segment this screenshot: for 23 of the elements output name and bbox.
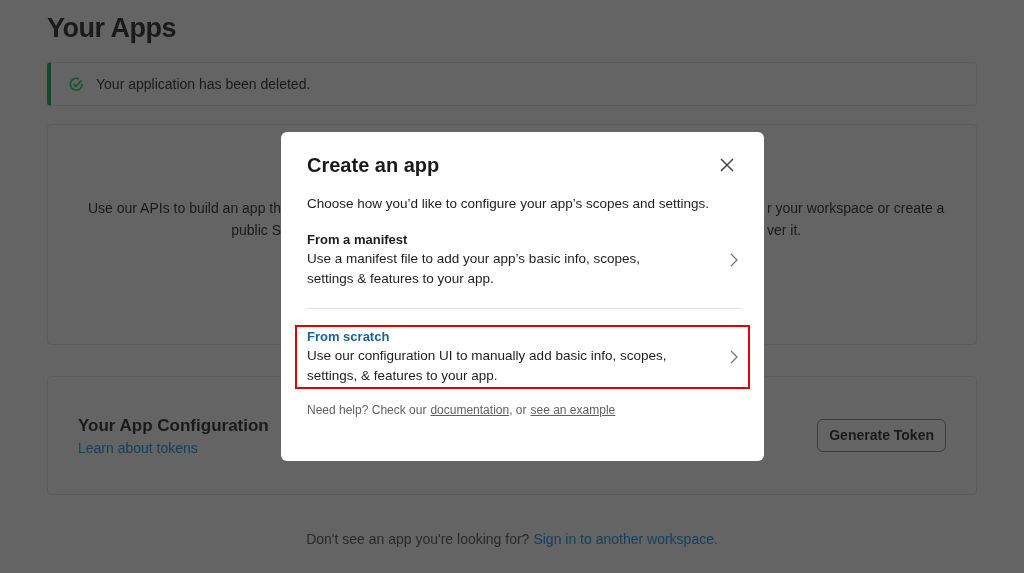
intro-text: public S bbox=[231, 221, 281, 240]
help-separator: , or bbox=[509, 402, 527, 420]
option-description: Use our configuration UI to manually add basic info, scopes, settings, & features to your app. bbox=[307, 347, 668, 386]
close-icon bbox=[720, 158, 734, 172]
example-link[interactable]: see an example bbox=[530, 401, 616, 420]
chevron-right-icon bbox=[730, 350, 738, 365]
option-row[interactable]: From scratch Use our configuration UI to manually add basic info, scopes, settings, & features to your app. bbox=[295, 325, 750, 390]
intro-text: r your workspace or create a bbox=[767, 199, 945, 218]
option-description: Use a manifest file to add your app’s basic info, scopes, settings & features to your app. bbox=[307, 250, 641, 289]
intro-text: Use our APIs to build an app th bbox=[88, 199, 281, 218]
dialog-title: Create an app bbox=[307, 153, 440, 178]
card-title: Your App Configuration bbox=[78, 414, 269, 437]
help-text: Need help? Check our bbox=[307, 402, 427, 420]
banner-message: Your application has been deleted. bbox=[96, 74, 311, 94]
intro-text: ver it. bbox=[767, 221, 802, 240]
footer-text: Don't see an app you're looking for? bbox=[306, 530, 530, 549]
page-title: Your Apps bbox=[47, 12, 177, 44]
check-circle-icon bbox=[69, 76, 84, 92]
option-title: From a manifest bbox=[307, 231, 409, 250]
option-row[interactable]: From a manifest Use a manifest file to add your app’s basic info, scopes, settings & features to your app. bbox=[295, 228, 750, 293]
option-title: From scratch bbox=[307, 328, 391, 347]
chevron-right-icon bbox=[730, 253, 738, 268]
dialog-description: Choose how you’d like to configure your app’s scopes and settings. bbox=[307, 195, 710, 213]
